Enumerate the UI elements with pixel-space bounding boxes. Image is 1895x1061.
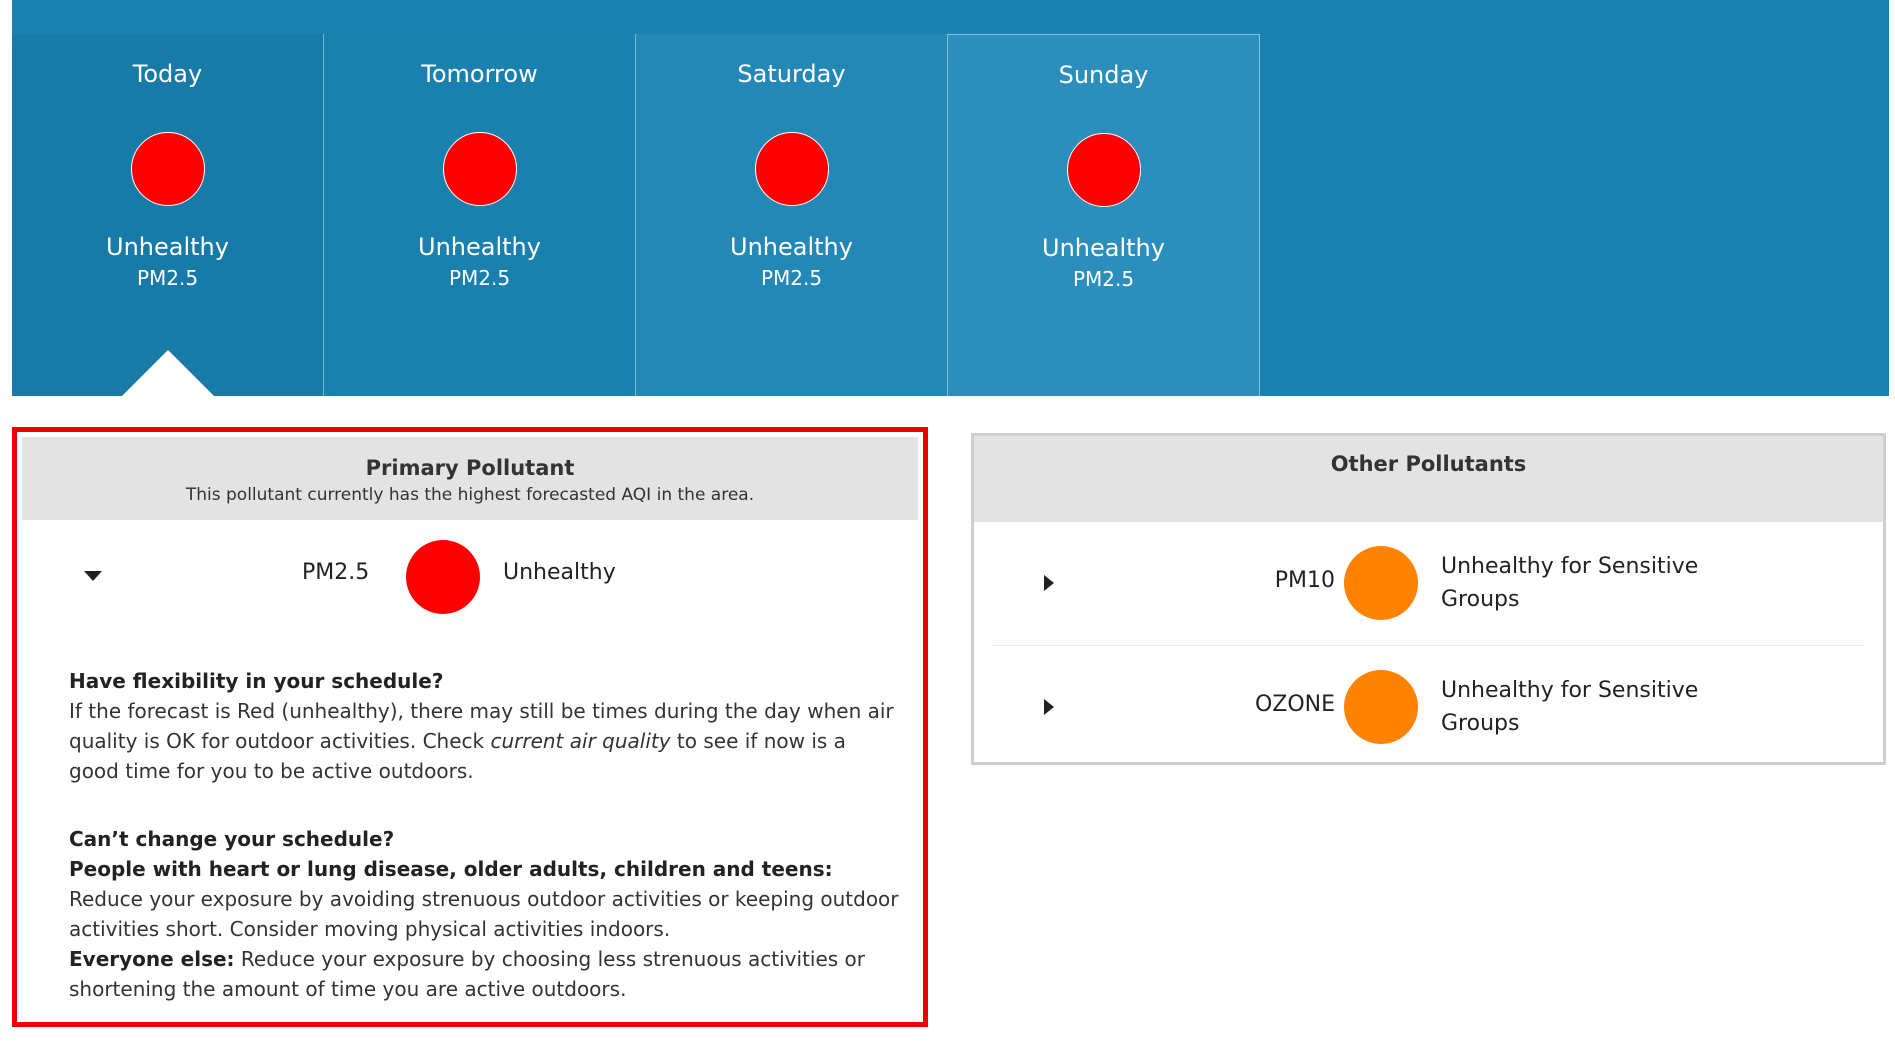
everyone-else-label: Everyone else: xyxy=(69,947,235,971)
pollutant-name: PM10 xyxy=(1274,568,1335,593)
panel-title: Other Pollutants xyxy=(1330,452,1527,476)
health-advice: Have flexibility in your schedule? If th… xyxy=(69,666,899,1004)
pollutant-label: PM2.5 xyxy=(760,266,823,290)
pollutant-row-ozone[interactable]: OZONE Unhealthy for Sensitive Groups xyxy=(992,646,1865,769)
day-name: Sunday xyxy=(1058,61,1149,89)
other-pollutants-header: Other Pollutants xyxy=(974,436,1883,522)
forecast-banner: Today Unhealthy PM2.5 Tomorrow Unhealthy… xyxy=(12,0,1889,396)
caret-right-icon[interactable] xyxy=(1044,699,1054,715)
day-name: Saturday xyxy=(737,60,846,88)
advice-heading: Have flexibility in your schedule? xyxy=(69,669,444,693)
aqi-red-dot xyxy=(406,540,480,614)
other-pollutants-panel: Other Pollutants PM10 Unhealthy for Sens… xyxy=(971,433,1886,765)
advice-text: Reduce your exposure by avoiding strenuo… xyxy=(69,887,899,941)
pollutant-name: OZONE xyxy=(1254,692,1335,717)
aqi-category: Unhealthy for Sensitive Groups xyxy=(1441,678,1699,736)
aqi-red-dot xyxy=(130,132,205,206)
aqi-category: Unhealthy xyxy=(418,233,541,261)
aqi-category: Unhealthy xyxy=(1042,234,1165,262)
pollutant-name: PM2.5 xyxy=(302,560,370,585)
aqi-category: Unhealthy xyxy=(106,233,229,261)
caret-right-icon[interactable] xyxy=(1044,575,1054,591)
pollutant-label: PM2.5 xyxy=(136,266,199,290)
aqi-orange-dot xyxy=(1344,670,1418,744)
pollutant-label: PM2.5 xyxy=(1072,267,1135,291)
advice-heading: Can’t change your schedule? xyxy=(69,827,395,851)
tab-today[interactable]: Today Unhealthy PM2.5 xyxy=(12,34,324,396)
panel-subtitle: This pollutant currently has the highest… xyxy=(185,485,755,505)
pollutant-label: PM2.5 xyxy=(448,266,511,290)
primary-pollutant-header: Primary Pollutant This pollutant current… xyxy=(22,437,918,520)
aqi-red-dot xyxy=(442,132,517,206)
aqi-red-dot xyxy=(1066,133,1141,207)
sensitive-groups-label: People with heart or lung disease, older… xyxy=(69,857,833,881)
current-air-quality-link[interactable]: current air quality xyxy=(490,729,670,753)
primary-pollutant-row[interactable]: PM2.5 Unhealthy xyxy=(22,520,918,630)
day-name: Tomorrow xyxy=(421,60,538,88)
aqi-category: Unhealthy for Sensitive Groups xyxy=(1441,554,1699,612)
caret-down-icon[interactable] xyxy=(84,571,102,581)
panel-title: Primary Pollutant xyxy=(365,456,575,480)
selected-tab-indicator xyxy=(121,350,214,396)
aqi-category: Unhealthy xyxy=(503,560,616,585)
aqi-orange-dot xyxy=(1344,546,1418,620)
tab-tomorrow[interactable]: Tomorrow Unhealthy PM2.5 xyxy=(324,34,636,396)
forecast-tabs: Today Unhealthy PM2.5 Tomorrow Unhealthy… xyxy=(12,34,1260,396)
aqi-red-dot xyxy=(754,132,829,206)
aqi-category: Unhealthy xyxy=(730,233,853,261)
day-name: Today xyxy=(132,60,203,88)
tab-sunday[interactable]: Sunday Unhealthy PM2.5 xyxy=(948,34,1260,396)
primary-pollutant-panel: Primary Pollutant This pollutant current… xyxy=(12,427,928,1027)
pollutant-row-pm10[interactable]: PM10 Unhealthy for Sensitive Groups xyxy=(992,522,1865,646)
tab-saturday[interactable]: Saturday Unhealthy PM2.5 xyxy=(636,34,948,396)
